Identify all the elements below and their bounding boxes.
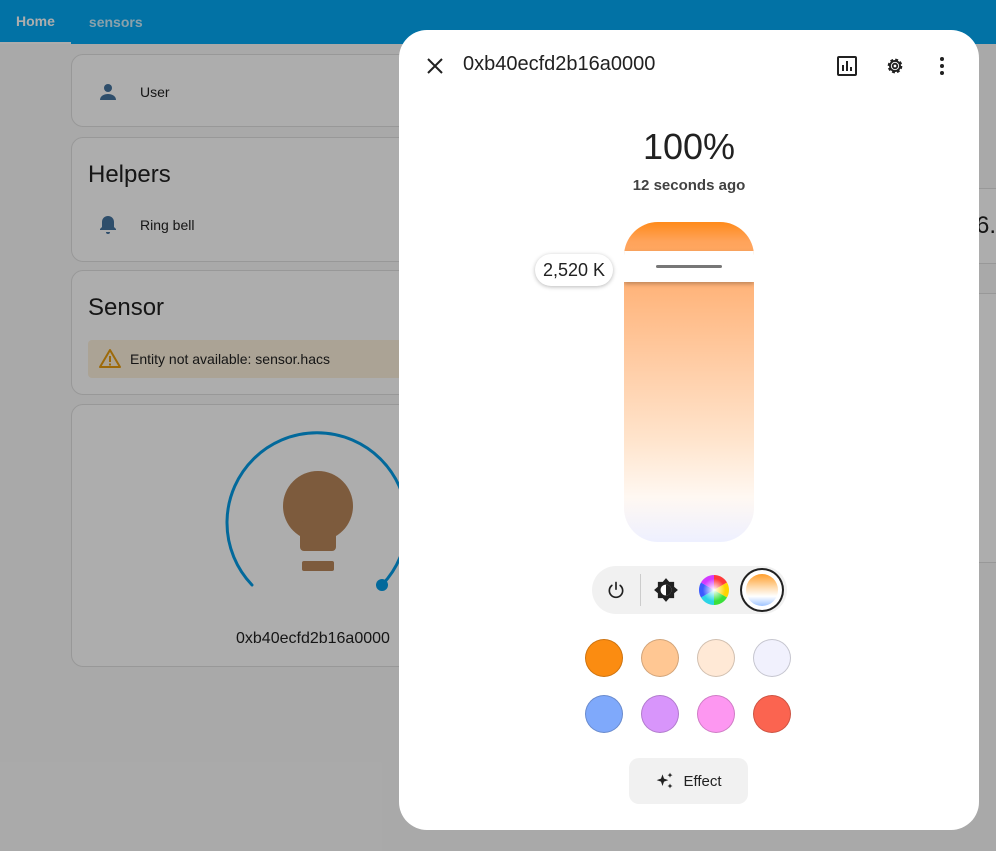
brightness-mode-button[interactable] bbox=[646, 570, 686, 610]
color-temp-mode-button[interactable] bbox=[742, 570, 782, 610]
more-options-button[interactable] bbox=[926, 50, 958, 82]
sparkles-icon bbox=[657, 772, 673, 789]
slider-handle[interactable] bbox=[624, 251, 754, 282]
control-mode-bar bbox=[592, 566, 787, 614]
history-button[interactable] bbox=[831, 50, 863, 82]
power-icon bbox=[608, 581, 624, 599]
settings-button[interactable] bbox=[879, 50, 911, 82]
dots-vertical-icon bbox=[940, 57, 944, 75]
favorite-color-swatch[interactable] bbox=[641, 639, 679, 677]
effect-label: Effect bbox=[683, 772, 722, 790]
brightness-icon bbox=[654, 578, 678, 602]
dialog-title: 0xb40ecfd2b16a0000 bbox=[463, 53, 656, 75]
close-icon bbox=[427, 58, 443, 74]
mode-separator bbox=[640, 574, 641, 606]
slider-value-tooltip: 2,520 K bbox=[535, 254, 614, 286]
color-temp-slider[interactable] bbox=[624, 222, 754, 542]
favorite-color-swatch[interactable] bbox=[753, 695, 791, 733]
favorite-color-swatch[interactable] bbox=[641, 695, 679, 733]
favorite-color-swatch[interactable] bbox=[585, 639, 623, 677]
color-temp-icon bbox=[746, 574, 778, 606]
favorite-color-swatch[interactable] bbox=[697, 639, 735, 677]
close-button[interactable] bbox=[419, 50, 451, 82]
color-mode-button[interactable] bbox=[694, 570, 734, 610]
favorite-color-swatch[interactable] bbox=[697, 695, 735, 733]
gear-icon bbox=[887, 58, 903, 74]
toggle-power-button[interactable] bbox=[596, 570, 636, 610]
chart-icon bbox=[837, 56, 857, 76]
effect-button[interactable]: Effect bbox=[629, 758, 748, 804]
last-changed: 12 seconds ago bbox=[632, 177, 746, 194]
slider-handle-bar bbox=[656, 265, 722, 268]
brightness-value: 100% bbox=[642, 126, 736, 167]
more-info-dialog: 0xb40ecfd2b16a0000 100% 12 seconds ago 2… bbox=[399, 30, 979, 830]
color-wheel-icon bbox=[699, 575, 729, 605]
favorite-color-swatch[interactable] bbox=[753, 639, 791, 677]
favorite-color-swatch[interactable] bbox=[585, 695, 623, 733]
